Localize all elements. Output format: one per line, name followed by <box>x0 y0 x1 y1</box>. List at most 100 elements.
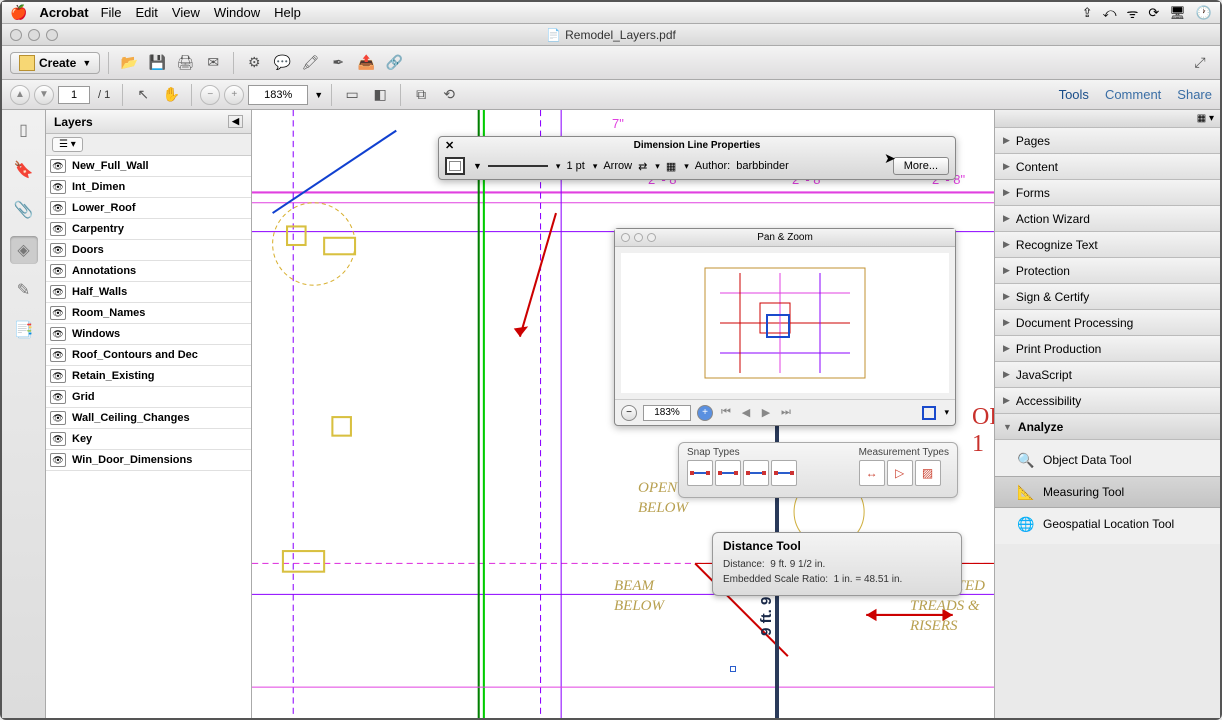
pz-viewport-rect[interactable] <box>766 314 790 338</box>
page-down-button[interactable]: ▼ <box>34 85 54 105</box>
layer-row[interactable]: 👁Windows <box>46 324 251 345</box>
layer-row[interactable]: 👁Int_Dimen <box>46 177 251 198</box>
layer-visibility-icon[interactable]: 👁 <box>50 180 66 194</box>
opacity-icon[interactable]: ▦ <box>666 160 676 173</box>
signatures-icon[interactable]: ✎ <box>10 276 38 304</box>
layer-row[interactable]: 👁Key <box>46 429 251 450</box>
selection-handle[interactable] <box>730 666 736 672</box>
layer-visibility-icon[interactable]: 👁 <box>50 285 66 299</box>
layer-visibility-icon[interactable]: 👁 <box>50 390 66 404</box>
layer-visibility-icon[interactable]: 👁 <box>50 159 66 173</box>
pz-zoom-out-button[interactable]: − <box>621 405 637 421</box>
layers-options-dropdown[interactable]: ☰ ▾ <box>52 137 83 152</box>
tools-panel-menu[interactable]: ▦ ▾ <box>995 110 1220 128</box>
menu-view[interactable]: View <box>172 5 200 20</box>
fit-width-icon[interactable]: ◧ <box>368 83 392 107</box>
share-tab[interactable]: Share <box>1177 87 1212 102</box>
pz-next-icon[interactable]: ▶ <box>759 406 773 420</box>
snap-intersect-icon[interactable] <box>743 460 769 486</box>
page-number-input[interactable] <box>58 86 90 104</box>
snap-midpoint-icon[interactable] <box>715 460 741 486</box>
panel-section-javascript[interactable]: ▶JavaScript <box>995 362 1220 388</box>
panel-section-protection[interactable]: ▶Protection <box>995 258 1220 284</box>
more-button[interactable]: More... <box>893 157 949 175</box>
panel-section-document-processing[interactable]: ▶Document Processing <box>995 310 1220 336</box>
pz-zoom-in-button[interactable]: + <box>697 405 713 421</box>
layer-row[interactable]: 👁Room_Names <box>46 303 251 324</box>
email-icon[interactable]: ✉ <box>201 51 225 75</box>
tags-icon[interactable]: 📑 <box>10 316 38 344</box>
layer-row[interactable]: 👁Lower_Roof <box>46 198 251 219</box>
tools-tab[interactable]: Tools <box>1059 87 1089 102</box>
thumbnails-icon[interactable]: ▯ <box>10 116 38 144</box>
analyze-tool-geospatial-location-tool[interactable]: 🌐Geospatial Location Tool <box>995 508 1220 540</box>
panel-section-pages[interactable]: ▶Pages <box>995 128 1220 154</box>
layer-row[interactable]: 👁Wall_Ceiling_Changes <box>46 408 251 429</box>
layer-row[interactable]: 👁Half_Walls <box>46 282 251 303</box>
layer-visibility-icon[interactable]: 👁 <box>50 243 66 257</box>
create-button[interactable]: Create▼ <box>10 52 100 74</box>
layer-visibility-icon[interactable]: 👁 <box>50 222 66 236</box>
color-swatch[interactable] <box>445 157 465 175</box>
layer-row[interactable]: 👁Roof_Contours and Dec <box>46 345 251 366</box>
opacity-dropdown[interactable]: ▾ <box>684 161 689 172</box>
hand-tool-icon[interactable]: ✋ <box>159 83 183 107</box>
area-tool-icon[interactable]: ▨ <box>915 460 941 486</box>
page-up-button[interactable]: ▲ <box>10 85 30 105</box>
pz-thumbnail[interactable] <box>621 253 949 393</box>
layer-row[interactable]: 👁Annotations <box>46 261 251 282</box>
layer-visibility-icon[interactable]: 👁 <box>50 201 66 215</box>
panel-section-content[interactable]: ▶Content <box>995 154 1220 180</box>
analyze-tool-object-data-tool[interactable]: 🔍Object Data Tool <box>995 444 1220 476</box>
fullscreen-icon[interactable]: ⤢ <box>1188 51 1212 75</box>
comment-icon[interactable]: 💬 <box>270 51 294 75</box>
open-icon[interactable]: 📂 <box>117 51 141 75</box>
pz-prev-icon[interactable]: ◀ <box>739 406 753 420</box>
arrow-ends-icon[interactable]: ⇄ <box>638 160 647 173</box>
panel-section-recognize-text[interactable]: ▶Recognize Text <box>995 232 1220 258</box>
layer-row[interactable]: 👁New_Full_Wall <box>46 156 251 177</box>
layers-icon[interactable]: ◈ <box>10 236 38 264</box>
close-icon[interactable]: ✕ <box>445 139 454 152</box>
pz-window-controls[interactable] <box>621 233 656 242</box>
arrow-ends-dropdown[interactable]: ▾ <box>655 161 660 172</box>
panel-section-action-wizard[interactable]: ▶Action Wizard <box>995 206 1220 232</box>
line-style-dropdown[interactable]: ▾ <box>556 161 561 172</box>
bookmarks-icon[interactable]: 🔖 <box>10 156 38 184</box>
rotate-icon[interactable]: ⟲ <box>437 83 461 107</box>
print-icon[interactable]: 🖨 <box>173 51 197 75</box>
layer-row[interactable]: 👁Carpentry <box>46 219 251 240</box>
dropbox-status-icon[interactable]: ⇪ <box>1082 5 1093 21</box>
comment-tab[interactable]: Comment <box>1105 87 1161 102</box>
layer-visibility-icon[interactable]: 👁 <box>50 432 66 446</box>
save-icon[interactable]: 💾 <box>145 51 169 75</box>
window-controls[interactable] <box>10 29 58 41</box>
panel-section-accessibility[interactable]: ▶Accessibility <box>995 388 1220 414</box>
analyze-tool-measuring-tool[interactable]: 📐Measuring Tool <box>995 476 1220 508</box>
display-status-icon[interactable]: 🖥 <box>1169 5 1186 21</box>
line-style-preview[interactable] <box>488 165 548 167</box>
pz-viewport-dropdown[interactable]: ▾ <box>944 407 949 418</box>
wifi-status-icon[interactable]: ᯤ <box>1127 4 1139 22</box>
pz-viewport-toggle[interactable] <box>922 406 936 420</box>
layer-visibility-icon[interactable]: 👁 <box>50 264 66 278</box>
pan-zoom-window[interactable]: Pan & Zoom − + ⏮ ◀ ▶ ⏭ ▾ <box>614 228 956 426</box>
zoom-out-button[interactable]: − <box>200 85 220 105</box>
snap-path-icon[interactable] <box>771 460 797 486</box>
sign-icon[interactable]: ✒ <box>326 51 350 75</box>
share-icon[interactable]: 🔗 <box>382 51 406 75</box>
menu-window[interactable]: Window <box>214 5 260 20</box>
color-dropdown[interactable]: ▼ <box>473 161 482 171</box>
gear-icon[interactable]: ⚙ <box>242 51 266 75</box>
sync-status-icon[interactable]: ⤺ <box>1103 5 1117 21</box>
perimeter-tool-icon[interactable]: ▷ <box>887 460 913 486</box>
pz-zoom-input[interactable] <box>643 405 691 421</box>
layer-visibility-icon[interactable]: 👁 <box>50 453 66 467</box>
measure-options-popup[interactable]: Snap Types Measurement Types ↔ ▷ ▨ <box>678 442 958 498</box>
pz-first-icon[interactable]: ⏮ <box>719 406 733 420</box>
pz-last-icon[interactable]: ⏭ <box>779 406 793 420</box>
panel-section-forms[interactable]: ▶Forms <box>995 180 1220 206</box>
app-menu[interactable]: Acrobat <box>39 5 88 20</box>
layer-visibility-icon[interactable]: 👁 <box>50 327 66 341</box>
export-icon[interactable]: 📤 <box>354 51 378 75</box>
